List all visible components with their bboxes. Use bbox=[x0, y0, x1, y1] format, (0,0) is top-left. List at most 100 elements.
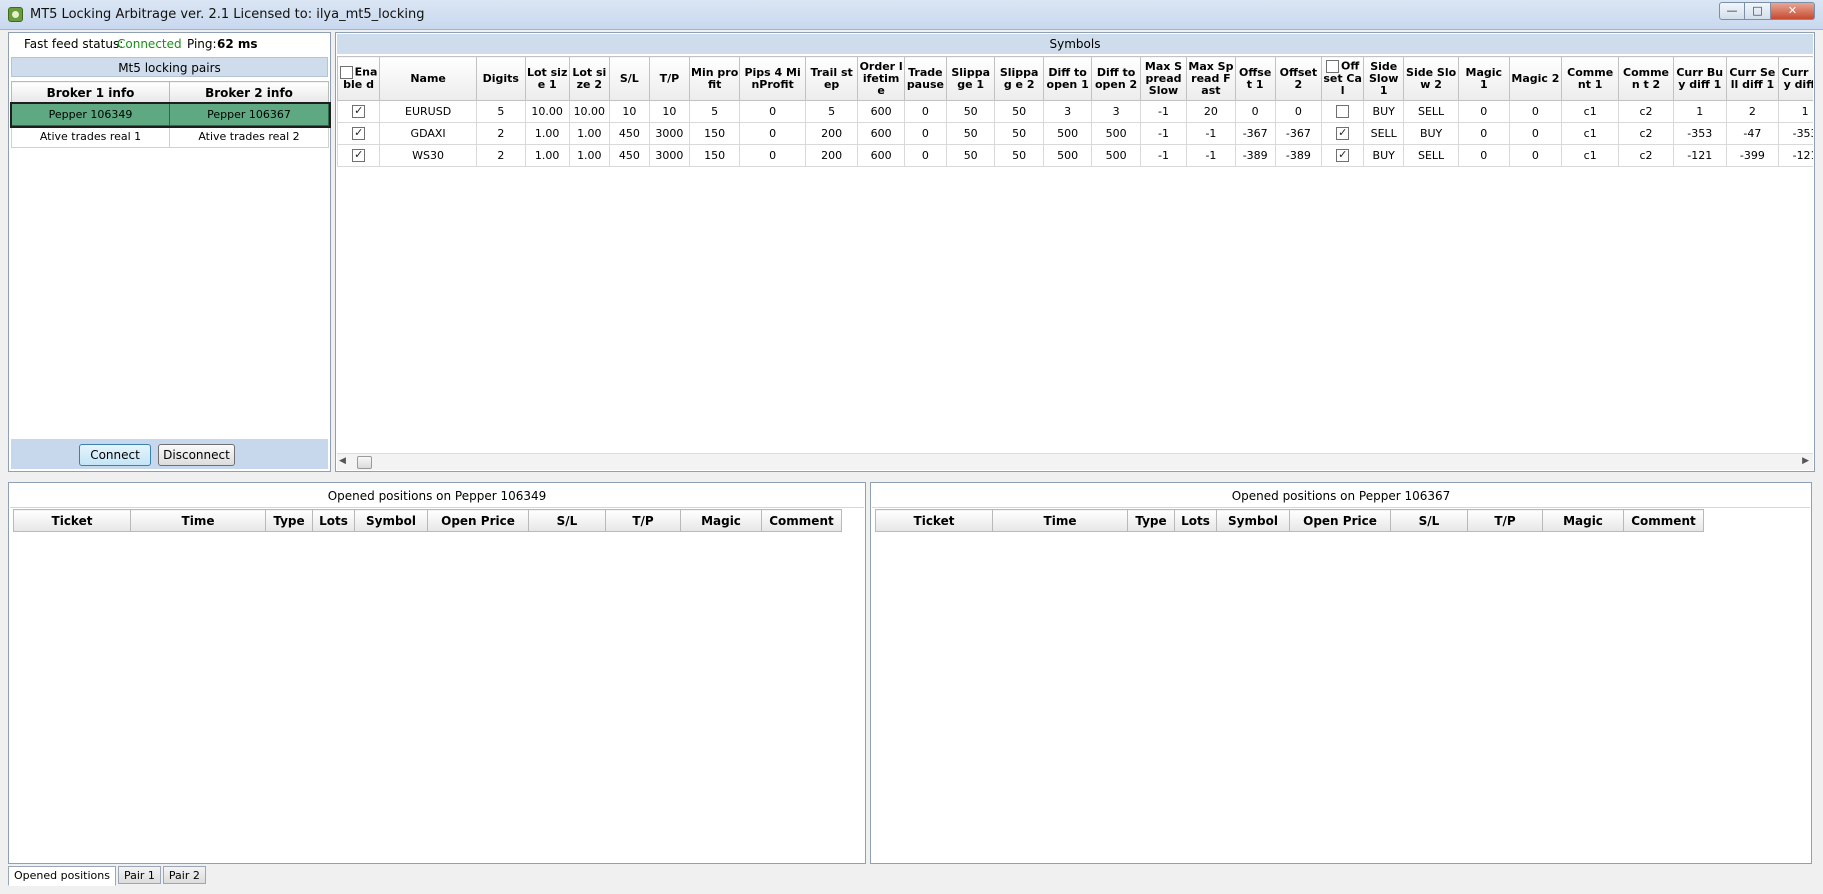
positions-column-header[interactable]: Type bbox=[265, 509, 313, 532]
tab-opened-positions[interactable]: Opened positions bbox=[8, 866, 116, 886]
symbol-cell[interactable]: 500 bbox=[1091, 144, 1141, 167]
symbol-cell[interactable]: 600 bbox=[857, 100, 905, 123]
symbol-cell[interactable]: -353 bbox=[1778, 122, 1813, 145]
offset-cal-cell[interactable] bbox=[1321, 144, 1365, 167]
pair-row-selected[interactable]: Pepper 106349 Pepper 106367 bbox=[9, 101, 331, 128]
symbol-cell[interactable]: -1 bbox=[1186, 144, 1236, 167]
symbol-cell[interactable]: 1 bbox=[1778, 100, 1813, 123]
symbol-cell[interactable]: SELL bbox=[1403, 100, 1459, 123]
scroll-right-arrow-icon[interactable]: ▶ bbox=[1802, 456, 1809, 466]
enable-all-checkbox[interactable] bbox=[339, 66, 353, 79]
positions-column-header[interactable]: Time bbox=[992, 509, 1128, 532]
positions-column-header[interactable]: S/L bbox=[528, 509, 606, 532]
positions-column-header[interactable]: T/P bbox=[1467, 509, 1543, 532]
positions-column-header[interactable]: Symbol bbox=[1216, 509, 1290, 532]
symbols-column-header[interactable]: Magic 1 bbox=[1458, 56, 1510, 101]
symbol-row[interactable]: EURUSD510.0010.0010105056000505033-12000… bbox=[337, 100, 1813, 123]
symbol-cell[interactable]: 0 bbox=[739, 122, 806, 145]
positions-column-header[interactable]: Ticket bbox=[875, 509, 993, 532]
symbol-cell[interactable]: BUY bbox=[1363, 100, 1405, 123]
symbol-cell[interactable]: 2 bbox=[476, 122, 526, 145]
symbol-cell[interactable]: 5 bbox=[476, 100, 526, 123]
connect-button[interactable]: Connect bbox=[79, 444, 151, 466]
symbol-cell[interactable]: GDAXI bbox=[379, 122, 478, 145]
positions-column-header[interactable]: Open Price bbox=[1289, 509, 1391, 532]
close-button[interactable]: ✕ bbox=[1771, 2, 1815, 20]
symbol-cell[interactable]: 50 bbox=[945, 100, 996, 123]
symbols-column-header[interactable]: Min profit bbox=[688, 56, 741, 101]
symbol-cell[interactable]: -47 bbox=[1725, 122, 1780, 145]
symbol-cell[interactable]: BUY bbox=[1403, 122, 1459, 145]
symbols-column-header[interactable]: Trade pause bbox=[903, 56, 947, 101]
symbol-cell[interactable]: 0 bbox=[1234, 100, 1276, 123]
offset-cal-checkbox[interactable] bbox=[1336, 126, 1350, 141]
symbols-column-header[interactable]: Comme nt 1 bbox=[1561, 56, 1620, 101]
symbols-column-header[interactable]: Lot size 2 bbox=[568, 56, 610, 101]
symbol-cell[interactable]: 50 bbox=[945, 122, 996, 145]
symbols-column-header[interactable]: Digits bbox=[476, 56, 526, 101]
symbol-cell[interactable]: 3 bbox=[1091, 100, 1141, 123]
symbol-cell[interactable]: 0 bbox=[739, 100, 806, 123]
tab-pair-1[interactable]: Pair 1 bbox=[117, 866, 161, 884]
symbols-column-header[interactable]: Commen t 2 bbox=[1618, 56, 1674, 101]
symbol-cell[interactable]: c2 bbox=[1618, 100, 1674, 123]
symbols-column-header[interactable]: Side Slow 1 bbox=[1363, 56, 1405, 101]
symbol-cell[interactable]: c1 bbox=[1561, 122, 1620, 145]
symbol-cell[interactable]: 20 bbox=[1186, 100, 1236, 123]
symbol-cell[interactable]: 500 bbox=[1042, 122, 1093, 145]
symbols-column-header[interactable]: Diff to open 2 bbox=[1091, 56, 1141, 101]
symbol-cell[interactable]: 0 bbox=[1508, 144, 1563, 167]
symbol-cell[interactable]: 0 bbox=[903, 122, 947, 145]
symbol-cell[interactable]: 0 bbox=[1274, 100, 1323, 123]
positions-column-header[interactable]: Open Price bbox=[427, 509, 529, 532]
symbol-cell[interactable]: 1 bbox=[1672, 100, 1727, 123]
symbol-cell[interactable]: -399 bbox=[1725, 144, 1780, 167]
symbol-cell[interactable]: 600 bbox=[857, 122, 905, 145]
symbol-cell[interactable]: 50 bbox=[945, 144, 996, 167]
minimize-button[interactable]: — bbox=[1719, 2, 1745, 20]
symbol-cell[interactable]: -353 bbox=[1672, 122, 1727, 145]
positions-column-header[interactable]: Comment bbox=[761, 509, 842, 532]
symbol-cell[interactable]: -367 bbox=[1274, 122, 1323, 145]
symbols-column-header[interactable]: Off set Cal bbox=[1321, 56, 1365, 101]
symbols-column-header[interactable]: Curr Buy diff 1 bbox=[1672, 56, 1727, 101]
symbol-cell[interactable]: -1 bbox=[1186, 122, 1236, 145]
symbols-column-header[interactable]: Slippa ge 1 bbox=[945, 56, 996, 101]
symbols-column-header[interactable]: S/L bbox=[608, 56, 650, 101]
symbol-cell[interactable]: WS30 bbox=[379, 144, 478, 167]
symbols-column-header[interactable]: Diff to open 1 bbox=[1042, 56, 1093, 101]
positions-column-header[interactable]: Lots bbox=[312, 509, 355, 532]
positions-column-header[interactable]: Symbol bbox=[354, 509, 428, 532]
symbol-row[interactable]: GDAXI21.001.0045030001500200600050505005… bbox=[337, 122, 1813, 145]
scrollbar-thumb[interactable] bbox=[357, 456, 372, 469]
offset-cal-checkbox[interactable] bbox=[1336, 105, 1350, 119]
symbol-cell[interactable]: 200 bbox=[804, 122, 859, 145]
symbol-cell[interactable]: 500 bbox=[1091, 122, 1141, 145]
symbol-cell[interactable]: 1.00 bbox=[524, 144, 570, 167]
offset-cal-checkbox[interactable] bbox=[1336, 148, 1350, 163]
symbol-cell[interactable]: 0 bbox=[1508, 100, 1563, 123]
symbol-cell[interactable]: 3000 bbox=[648, 122, 690, 145]
symbols-column-header[interactable]: Curr Sell diff 1 bbox=[1725, 56, 1780, 101]
symbols-column-header[interactable]: Trail step bbox=[804, 56, 859, 101]
positions-column-header[interactable]: Magic bbox=[680, 509, 762, 532]
symbol-cell[interactable]: -1 bbox=[1139, 122, 1188, 145]
pair-row[interactable]: Ative trades real 1 Ative trades real 2 bbox=[11, 125, 329, 148]
symbol-cell[interactable]: c1 bbox=[1561, 144, 1620, 167]
symbol-cell[interactable]: 200 bbox=[804, 144, 859, 167]
symbol-cell[interactable]: 2 bbox=[476, 144, 526, 167]
symbol-cell[interactable]: 0 bbox=[1508, 122, 1563, 145]
broker1-cell[interactable]: Pepper 106349 bbox=[11, 103, 170, 126]
symbol-cell[interactable]: c2 bbox=[1618, 122, 1674, 145]
symbol-cell[interactable]: -1 bbox=[1139, 100, 1188, 123]
tab-pair-2[interactable]: Pair 2 bbox=[162, 866, 206, 884]
symbol-cell[interactable]: 500 bbox=[1042, 144, 1093, 167]
broker2-cell[interactable]: Ative trades real 2 bbox=[169, 125, 329, 148]
symbol-cell[interactable]: 450 bbox=[608, 144, 650, 167]
symbols-column-header[interactable]: Name bbox=[379, 56, 478, 101]
positions-column-header[interactable]: Lots bbox=[1174, 509, 1217, 532]
symbol-cell[interactable]: EURUSD bbox=[379, 100, 478, 123]
enabled-checkbox[interactable] bbox=[352, 148, 366, 163]
column-header[interactable]: Broker 1 info bbox=[11, 81, 170, 104]
symbol-cell[interactable]: 150 bbox=[688, 144, 741, 167]
